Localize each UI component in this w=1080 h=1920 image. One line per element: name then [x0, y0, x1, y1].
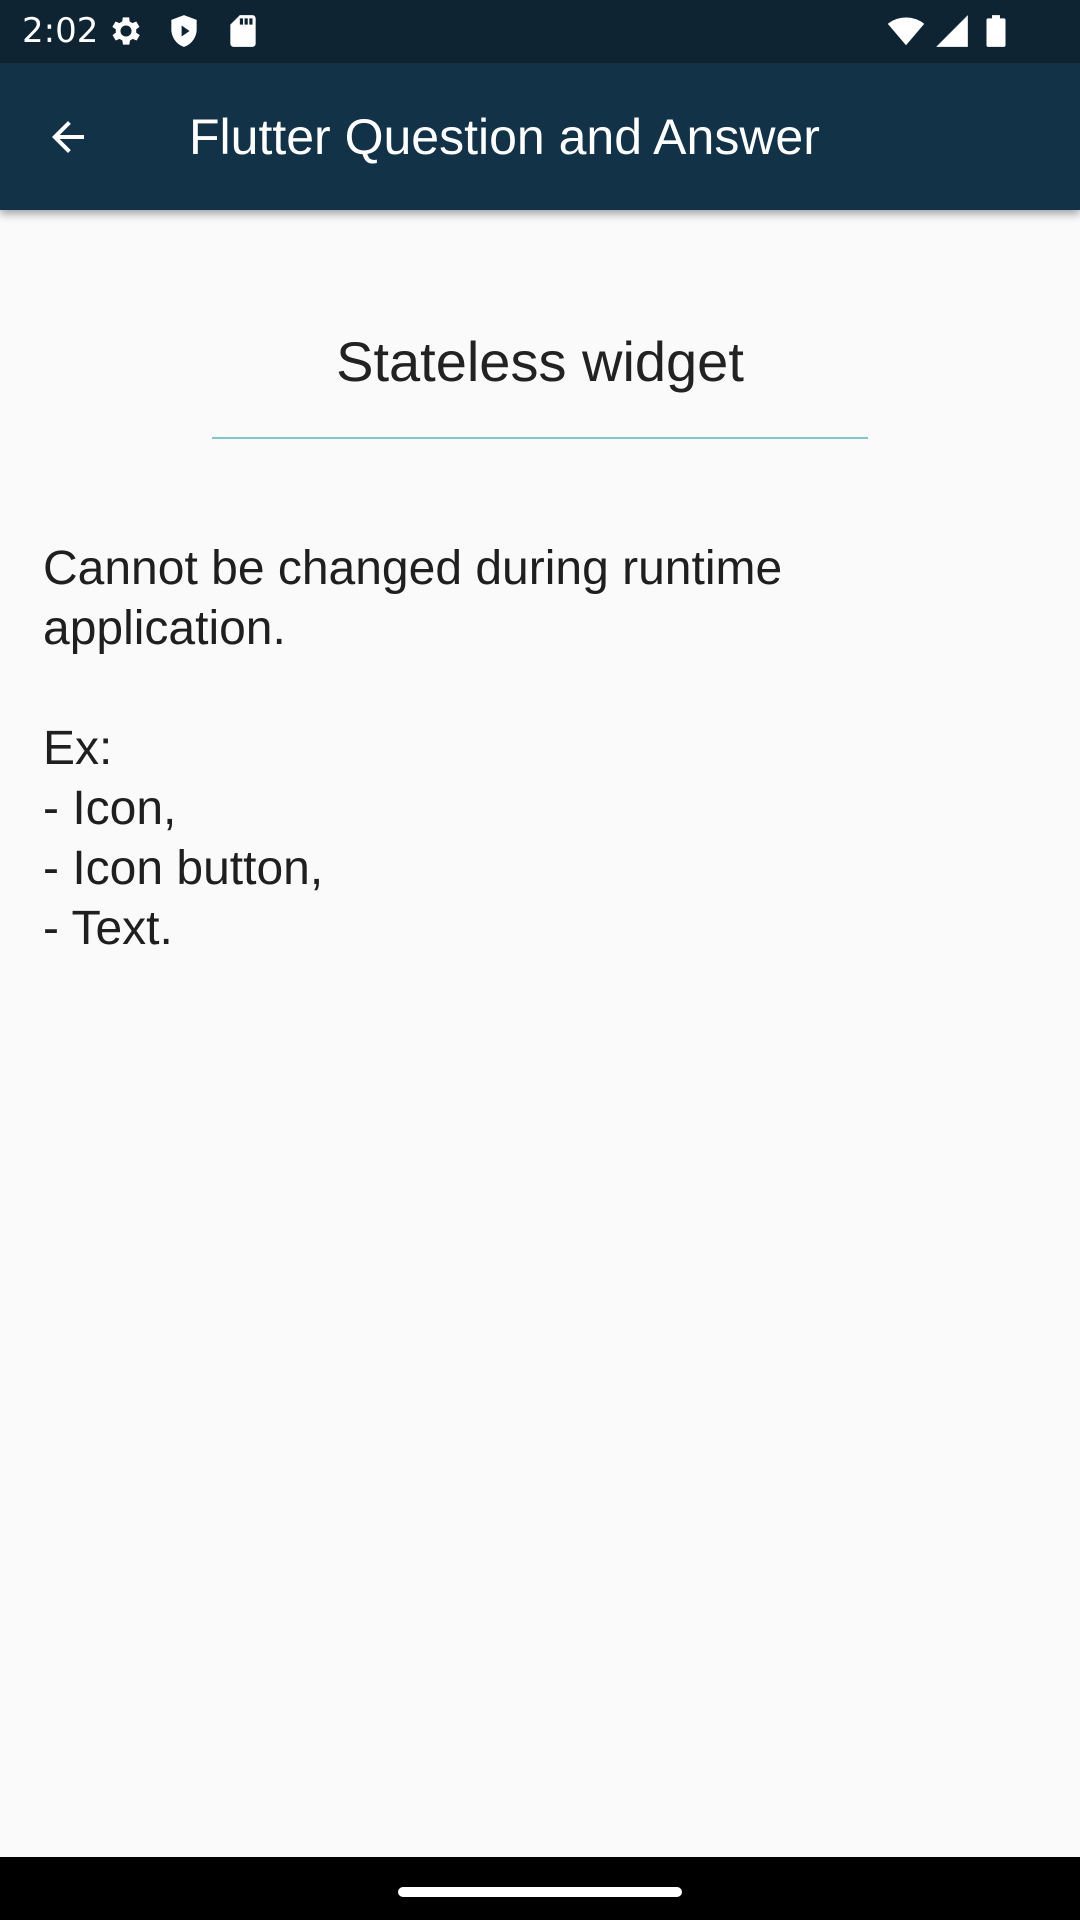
arrow-back-icon: [52, 121, 84, 153]
back-button[interactable]: [36, 105, 100, 169]
answer-line: Ex:: [43, 722, 113, 775]
sd-card-icon: [224, 12, 262, 50]
cell-signal-icon: [933, 12, 971, 50]
status-time: 2:02: [22, 11, 99, 51]
navigation-bar: [0, 1857, 1080, 1920]
answer-line: application.: [43, 602, 286, 655]
answer-line: [43, 659, 1043, 719]
answer-line: - Icon button,: [43, 842, 324, 895]
status-bar: 2:02: [0, 0, 1080, 63]
heading-divider: [212, 437, 868, 439]
screen: 2:02 Flutter Question and Answer Statele: [0, 0, 1080, 1920]
settings-gear-icon: [107, 12, 145, 50]
answer-line: Cannot be changed during runtime: [43, 542, 783, 595]
question-heading: Stateless widget: [336, 330, 744, 393]
shield-icon: [165, 12, 203, 50]
wifi-icon: [887, 12, 925, 50]
app-bar: Flutter Question and Answer: [0, 63, 1080, 210]
home-indicator[interactable]: [398, 1887, 682, 1897]
answer-text: Cannot be changed during runtime applica…: [43, 539, 1043, 959]
battery-icon: [977, 12, 1015, 50]
app-title: Flutter Question and Answer: [189, 109, 820, 165]
answer-line: - Icon,: [43, 782, 177, 835]
answer-line: - Text.: [43, 902, 173, 955]
